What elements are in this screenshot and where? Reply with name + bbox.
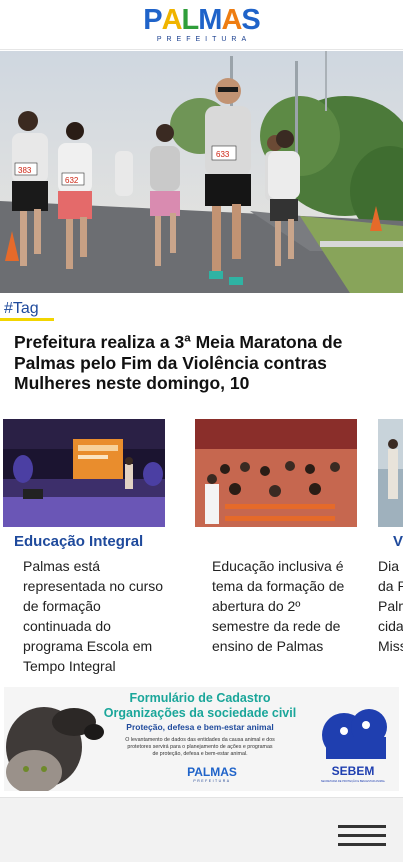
news-card-category[interactable]: Educação Integral: [3, 533, 169, 551]
hamburger-line: [338, 843, 386, 846]
marathon-runners-photo: 383 632 633: [0, 51, 403, 293]
animal-welfare-banner[interactable]: Formulário de Cadastro Organizações da s…: [4, 687, 399, 791]
tag-underline: [0, 318, 54, 321]
news-card-text[interactable]: Educação inclusiva é tema da formação de…: [195, 556, 361, 656]
news-card-text[interactable]: Dia da P Palm cida Miss: [378, 556, 403, 656]
logo-letter: P: [143, 4, 162, 36]
news-card-category[interactable]: V: [378, 533, 403, 551]
logo-letter: L: [181, 4, 200, 36]
site-header: PALMAS PREFEITURA: [0, 0, 403, 50]
sebem-logo-text: SEBEM: [332, 764, 375, 778]
classroom-audience-photo: [195, 419, 357, 527]
logo-letter: A: [161, 4, 183, 36]
logo-subtitle: PREFEITURA: [156, 36, 252, 43]
hero-photo[interactable]: 383 632 633: [0, 51, 403, 293]
banner-title-line1: Formulário de Cadastro: [130, 691, 271, 705]
news-card-thumbnail[interactable]: [195, 419, 357, 527]
bib-number: 383: [18, 166, 32, 175]
hamburger-line: [338, 834, 386, 837]
article-headline[interactable]: Prefeitura realiza a 3ª Meia Maratona de…: [14, 332, 394, 394]
news-card[interactable]: V Dia da P Palm cida Miss: [378, 419, 403, 656]
logo-letter: A: [221, 4, 242, 36]
bottom-bar: [0, 797, 403, 862]
news-photo: [378, 419, 403, 527]
banner-body-line: de proteção, defesa e bem-estar animal.: [152, 751, 247, 757]
hamburger-line: [338, 825, 386, 828]
news-card[interactable]: Educação inclusiva é tema da formação de…: [195, 419, 361, 656]
banner-subtitle: Proteção, defesa e bem-estar animal: [126, 722, 273, 732]
bib-number: 632: [65, 176, 79, 185]
news-cards-carousel[interactable]: Educação Integral Palmas está representa…: [0, 419, 403, 679]
news-card-thumbnail[interactable]: [3, 419, 165, 527]
news-card-thumbnail[interactable]: [378, 419, 403, 527]
logo-wordmark: PALMAS: [143, 4, 261, 36]
hamburger-menu-icon[interactable]: [336, 825, 388, 847]
article-tag[interactable]: #Tag: [4, 300, 39, 318]
banner-graphic: Formulário de Cadastro Organizações da s…: [4, 687, 399, 791]
logo-letter: S: [241, 4, 260, 36]
news-card-category[interactable]: [195, 533, 361, 551]
bib-number: 633: [216, 150, 230, 159]
banner-body-line: O levantamento de dados das entidades da…: [125, 737, 275, 743]
banner-palmas-logo: PALMAS: [187, 765, 237, 779]
auditorium-stage-photo: [3, 419, 165, 527]
banner-palmas-sub: PREFEITURA: [193, 779, 230, 783]
banner-title-line2: Organizações da sociedade civil: [104, 706, 296, 720]
logo-letter: M: [198, 4, 222, 36]
news-card-text[interactable]: Palmas está representada no curso de for…: [3, 556, 169, 676]
banner-body-line: protetores servirá para o planejamento d…: [127, 744, 273, 750]
news-card[interactable]: Educação Integral Palmas está representa…: [3, 419, 169, 676]
palmas-prefeitura-logo[interactable]: PALMAS PREFEITURA: [143, 4, 261, 44]
